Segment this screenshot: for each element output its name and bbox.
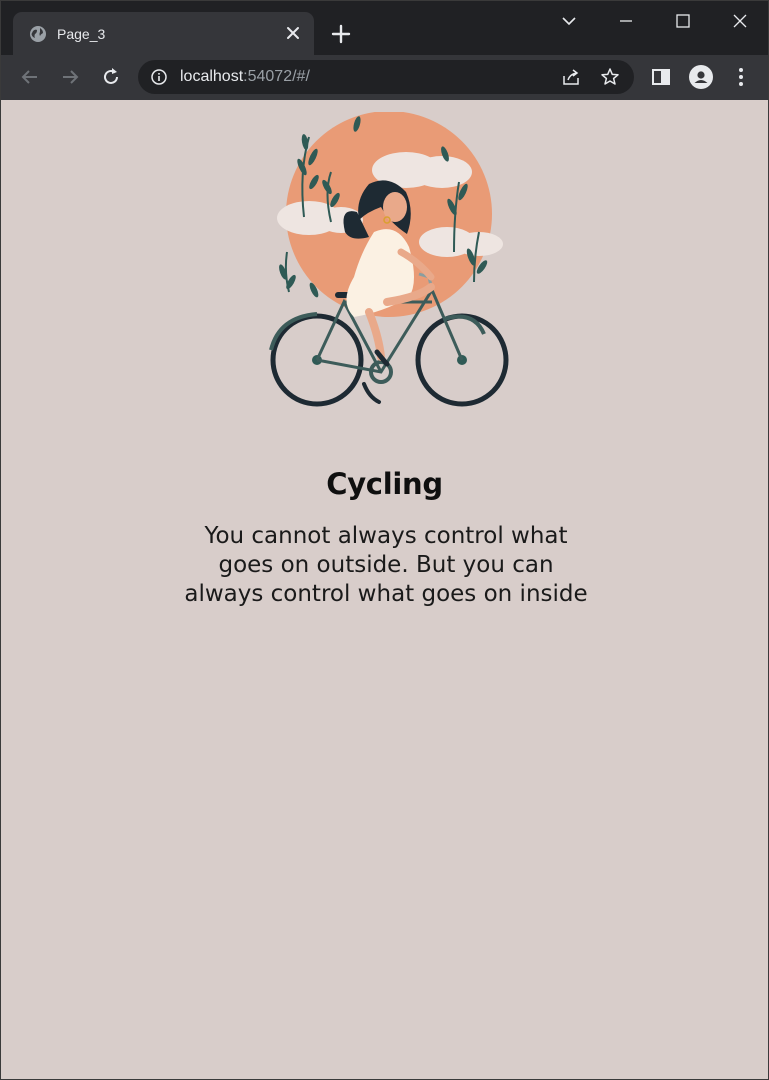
url-text[interactable]: localhost:54072/#/ xyxy=(180,68,310,86)
chevron-down-icon[interactable] xyxy=(557,9,581,33)
page-heading: Cycling xyxy=(326,467,443,501)
avatar-icon[interactable] xyxy=(689,65,713,89)
info-icon[interactable] xyxy=(150,68,168,86)
browser-toolbar: localhost:54072/#/ xyxy=(1,55,768,100)
quote-text: You cannot always control what goes on o… xyxy=(184,523,588,607)
star-icon[interactable] xyxy=(600,67,620,87)
url-path: :54072/#/ xyxy=(243,68,310,85)
minimize-icon[interactable] xyxy=(614,9,638,33)
tab-title: Page_3 xyxy=(57,26,106,42)
cycling-illustration xyxy=(269,112,509,407)
tab-strip: Page_3 xyxy=(1,1,768,55)
maximize-icon[interactable] xyxy=(671,9,695,33)
address-bar[interactable]: localhost:54072/#/ xyxy=(138,60,634,94)
arrow-left-icon[interactable] xyxy=(18,65,42,89)
close-window-icon[interactable] xyxy=(728,9,752,33)
url-host: localhost xyxy=(180,68,244,85)
globe-icon xyxy=(30,26,46,42)
reload-icon[interactable] xyxy=(99,65,123,89)
close-icon[interactable] xyxy=(283,23,303,43)
plus-icon[interactable] xyxy=(327,20,355,48)
arrow-right-icon[interactable] xyxy=(58,65,82,89)
browser-window: Page_3 localhost:54072/#/ Cycling You ca… xyxy=(0,0,769,1080)
kebab-menu-icon[interactable] xyxy=(729,65,753,89)
page-content: Cycling You cannot always control what g… xyxy=(1,100,768,1079)
share-icon[interactable] xyxy=(561,67,581,87)
side-panel-icon[interactable] xyxy=(649,65,673,89)
tab-active[interactable]: Page_3 xyxy=(13,12,314,55)
